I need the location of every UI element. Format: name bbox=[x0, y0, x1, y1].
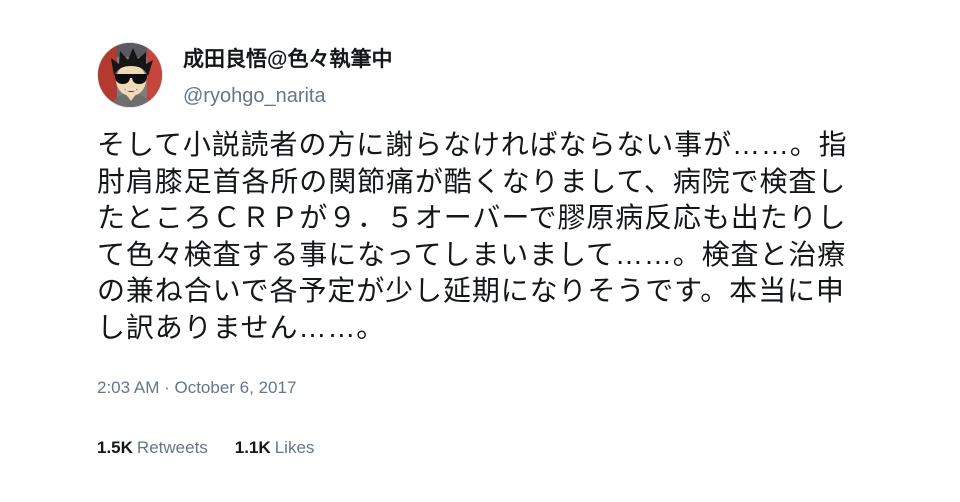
retweets-count: 1.5K bbox=[97, 438, 133, 457]
tweet-text-line: 肘肩膝足首各所の関節痛が酷くなりまして、病院で検査し bbox=[97, 165, 847, 197]
likes-stat[interactable]: 1.1K Likes bbox=[235, 437, 315, 459]
tweet-timestamp[interactable]: 2:03 AM · October 6, 2017 bbox=[97, 377, 296, 399]
tweet-text: そして小説読者の方に謝らなければならない事が……。指 肘肩膝足首各所の関節痛が酷… bbox=[97, 127, 897, 347]
tweet-text-line: し訳ありません……。 bbox=[97, 311, 386, 343]
likes-count: 1.1K bbox=[234, 438, 271, 457]
tweet-text-line: の兼ね合いで各予定が少し延期になりそうです。本当に申 bbox=[97, 275, 845, 307]
retweets-stat[interactable]: 1.5K Retweets bbox=[97, 437, 208, 459]
display-name[interactable]: 成田良悟@色々執筆中 bbox=[183, 46, 392, 74]
retweets-label: Retweets bbox=[136, 438, 208, 457]
tweet-text-line: て色々検査する事になってしまいまして……。検査と治療 bbox=[97, 238, 847, 270]
tweet-text-line: そして小説読者の方に謝らなければならない事が……。指 bbox=[97, 129, 848, 160]
avatar[interactable] bbox=[97, 42, 163, 108]
user-handle[interactable]: @ryohgo_narita bbox=[183, 83, 326, 109]
avatar-image bbox=[98, 43, 162, 107]
likes-label: Likes bbox=[274, 438, 315, 457]
tweet-stats: 1.5K Retweets 1.1K Likes bbox=[97, 437, 314, 459]
tweet-text-line: たところＣＲＰが９．５オーバーで膠原病反応も出たりし bbox=[97, 202, 847, 234]
